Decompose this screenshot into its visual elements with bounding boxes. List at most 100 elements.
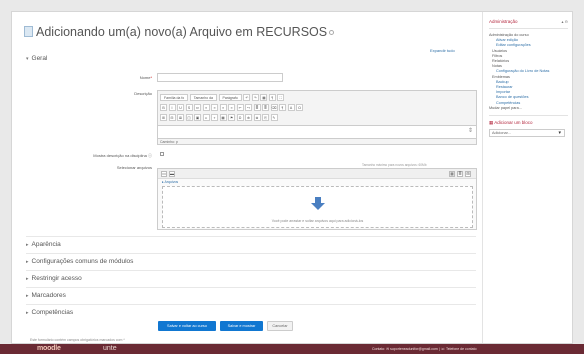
format-button[interactable]: ≡ bbox=[202, 104, 210, 111]
format-button[interactable]: ↩ bbox=[236, 104, 244, 111]
divider bbox=[26, 304, 476, 305]
file-picker: ▭ ▬ ▦ ≣ ⊞ ▸ Arquivos Você pode arrastar … bbox=[157, 168, 477, 230]
block-controls-icon[interactable]: ▴ ⊖ bbox=[562, 19, 568, 24]
max-size-note: Tamanho máximo para novos arquivos: 60Mb bbox=[362, 163, 427, 167]
list-view-icon[interactable]: ≣ bbox=[457, 171, 463, 177]
section-competencies-header[interactable]: ▸ Competências bbox=[26, 309, 73, 316]
editor-toolbar-row1: Família da fo Tamanho da Parágrafo ↶ ↷ ▦… bbox=[160, 94, 285, 102]
insert-button[interactable]: Ω bbox=[236, 114, 244, 121]
undo-button[interactable]: ↶ bbox=[243, 94, 251, 101]
expand-arrow-icon: ▸ bbox=[26, 276, 29, 282]
insert-button[interactable]: ▦ bbox=[219, 114, 227, 121]
section-appearance-label: Aparência bbox=[31, 241, 61, 248]
section-common-settings-label: Configurações comuns de módulos bbox=[31, 258, 134, 265]
expand-arrow-icon: ▸ bbox=[26, 293, 29, 299]
select-files-label: Selecionar arquivos bbox=[116, 165, 152, 170]
insert-button[interactable]: ▣ bbox=[194, 114, 201, 121]
name-label-text: Nome bbox=[139, 75, 151, 80]
create-folder-icon[interactable]: ▬ bbox=[169, 171, 175, 177]
divider bbox=[26, 253, 476, 254]
format-button[interactable]: Ω bbox=[296, 104, 303, 111]
insert-button[interactable]: ⚑ bbox=[228, 114, 235, 121]
insert-button[interactable]: ⌖ bbox=[211, 114, 218, 121]
insert-button[interactable]: ⎘ bbox=[262, 114, 269, 121]
format-button[interactable]: U bbox=[177, 104, 184, 111]
redo-button[interactable]: ↷ bbox=[251, 94, 259, 101]
table-button[interactable]: ▦ bbox=[260, 94, 268, 101]
format-button[interactable]: ≡ bbox=[228, 104, 235, 111]
format-button[interactable]: I bbox=[168, 104, 176, 111]
page-title-text: Adicionando um(a) novo(a) Arquivo em REC… bbox=[36, 25, 328, 39]
resize-handle-icon[interactable]: ⇕ bbox=[468, 127, 473, 134]
download-arrow-icon bbox=[311, 197, 325, 210]
section-common-settings-header[interactable]: ▸ Configurações comuns de módulos bbox=[26, 258, 133, 265]
insert-button[interactable]: ⊕ bbox=[245, 114, 252, 121]
show-blocks-button[interactable]: ¶ bbox=[268, 94, 276, 101]
insert-button[interactable]: ⊗ bbox=[253, 114, 261, 121]
format-button[interactable]: ⌫ bbox=[270, 104, 278, 111]
add-block-title: ▦ Adicionar um bloco bbox=[489, 120, 568, 126]
editor-text-area[interactable] bbox=[158, 125, 476, 139]
file-picker-path[interactable]: ▸ Arquivos bbox=[162, 180, 178, 184]
insert-button[interactable]: ⊟ bbox=[168, 114, 176, 121]
admin-block-title-text: Administração bbox=[489, 19, 518, 24]
format-button[interactable]: ¶ bbox=[279, 104, 286, 111]
font-family-select[interactable]: Família da fo bbox=[160, 94, 189, 101]
insert-button[interactable]: ◫ bbox=[185, 114, 193, 121]
font-size-select[interactable]: Tamanho da bbox=[189, 94, 217, 101]
format-button[interactable]: A bbox=[287, 104, 295, 111]
format-button[interactable]: x² bbox=[194, 104, 201, 111]
expand-arrow-icon: ▸ bbox=[26, 259, 29, 265]
description-label: Descrição bbox=[134, 91, 152, 96]
name-label: Nome* bbox=[108, 75, 152, 80]
partner-logo: unte bbox=[103, 345, 117, 352]
section-appearance-header[interactable]: ▸ Aparência bbox=[26, 241, 61, 248]
editor-toolbar-row2: B I U Sx² ≡ ≡ ≡ ≡ ↩ ↪ ≣ ≣ ⌫ ¶ A Ω bbox=[160, 104, 303, 112]
main-region: Adicionando um(a) novo(a) Arquivo em REC… bbox=[12, 12, 482, 343]
format-button[interactable]: S bbox=[185, 104, 193, 111]
insert-button[interactable]: ⊞ bbox=[160, 114, 167, 121]
divider bbox=[26, 287, 476, 288]
format-button[interactable]: ↪ bbox=[245, 104, 252, 111]
insert-button[interactable]: ⊠ bbox=[177, 114, 184, 121]
add-file-icon[interactable]: ▭ bbox=[161, 171, 167, 177]
footer-contact[interactable]: Contato: ✉ suporteneadunifor@gmail.com |… bbox=[372, 347, 477, 351]
dropdown-caret-icon: ▾ bbox=[558, 130, 561, 137]
format-button[interactable]: ≣ bbox=[253, 104, 261, 111]
format-button[interactable]: ≡ bbox=[219, 104, 227, 111]
show-description-checkbox[interactable] bbox=[160, 152, 164, 156]
fullscreen-button[interactable]: ⛶ bbox=[277, 94, 285, 101]
sidebar-divider bbox=[489, 115, 568, 117]
insert-button[interactable]: ✎ bbox=[270, 114, 278, 121]
expand-arrow-icon: ▸ bbox=[26, 242, 29, 248]
help-icon[interactable]: ⓘ bbox=[148, 153, 152, 158]
format-button[interactable]: B bbox=[160, 104, 167, 111]
paragraph-select[interactable]: Parágrafo bbox=[218, 94, 242, 101]
add-block-title-text: Adicionar um bloco bbox=[494, 120, 533, 126]
file-drop-zone[interactable]: Você pode arrastar e soltar arquivos aqu… bbox=[162, 186, 473, 228]
section-tags-header[interactable]: ▸ Marcadores bbox=[26, 292, 66, 299]
collapse-arrow-icon: ▾ bbox=[26, 56, 29, 62]
file-picker-toolbar: ▭ ▬ ▦ ≣ ⊞ bbox=[158, 169, 476, 179]
format-button[interactable]: ≡ bbox=[211, 104, 218, 111]
sidebar: Administração ▴ ⊖ Administração do curso A… bbox=[482, 12, 572, 343]
grid-view-icon[interactable]: ▦ bbox=[449, 171, 455, 177]
section-general-label: Geral bbox=[31, 55, 48, 62]
format-button[interactable]: ≣ bbox=[262, 104, 269, 111]
save-return-button[interactable]: Salvar e voltar ao curso bbox=[158, 321, 216, 331]
section-competencies-label: Competências bbox=[31, 309, 74, 316]
description-editor: Família da fo Tamanho da Parágrafo ↶ ↷ ▦… bbox=[157, 90, 477, 145]
add-block-icon: ▦ bbox=[489, 120, 494, 126]
help-icon[interactable] bbox=[329, 30, 335, 35]
expand-all-link[interactable]: Expandir tudo bbox=[430, 48, 455, 53]
cancel-button[interactable]: Cancelar bbox=[267, 321, 293, 331]
insert-button[interactable]: ☺ bbox=[202, 114, 210, 121]
section-restrict-access-header[interactable]: ▸ Restringir acesso bbox=[26, 275, 82, 282]
tree-view-icon[interactable]: ⊞ bbox=[465, 171, 471, 177]
section-general-header[interactable]: ▾ Geral bbox=[26, 55, 47, 62]
name-input[interactable] bbox=[157, 73, 283, 82]
save-show-button[interactable]: Salvar e mostrar bbox=[220, 321, 263, 331]
admin-tree-item[interactable]: Mudar papel para... bbox=[489, 106, 568, 111]
add-block-select[interactable]: Adicionar... ▾ bbox=[489, 129, 565, 138]
drop-hint: Você pode arrastar e soltar arquivos aqu… bbox=[271, 219, 364, 223]
